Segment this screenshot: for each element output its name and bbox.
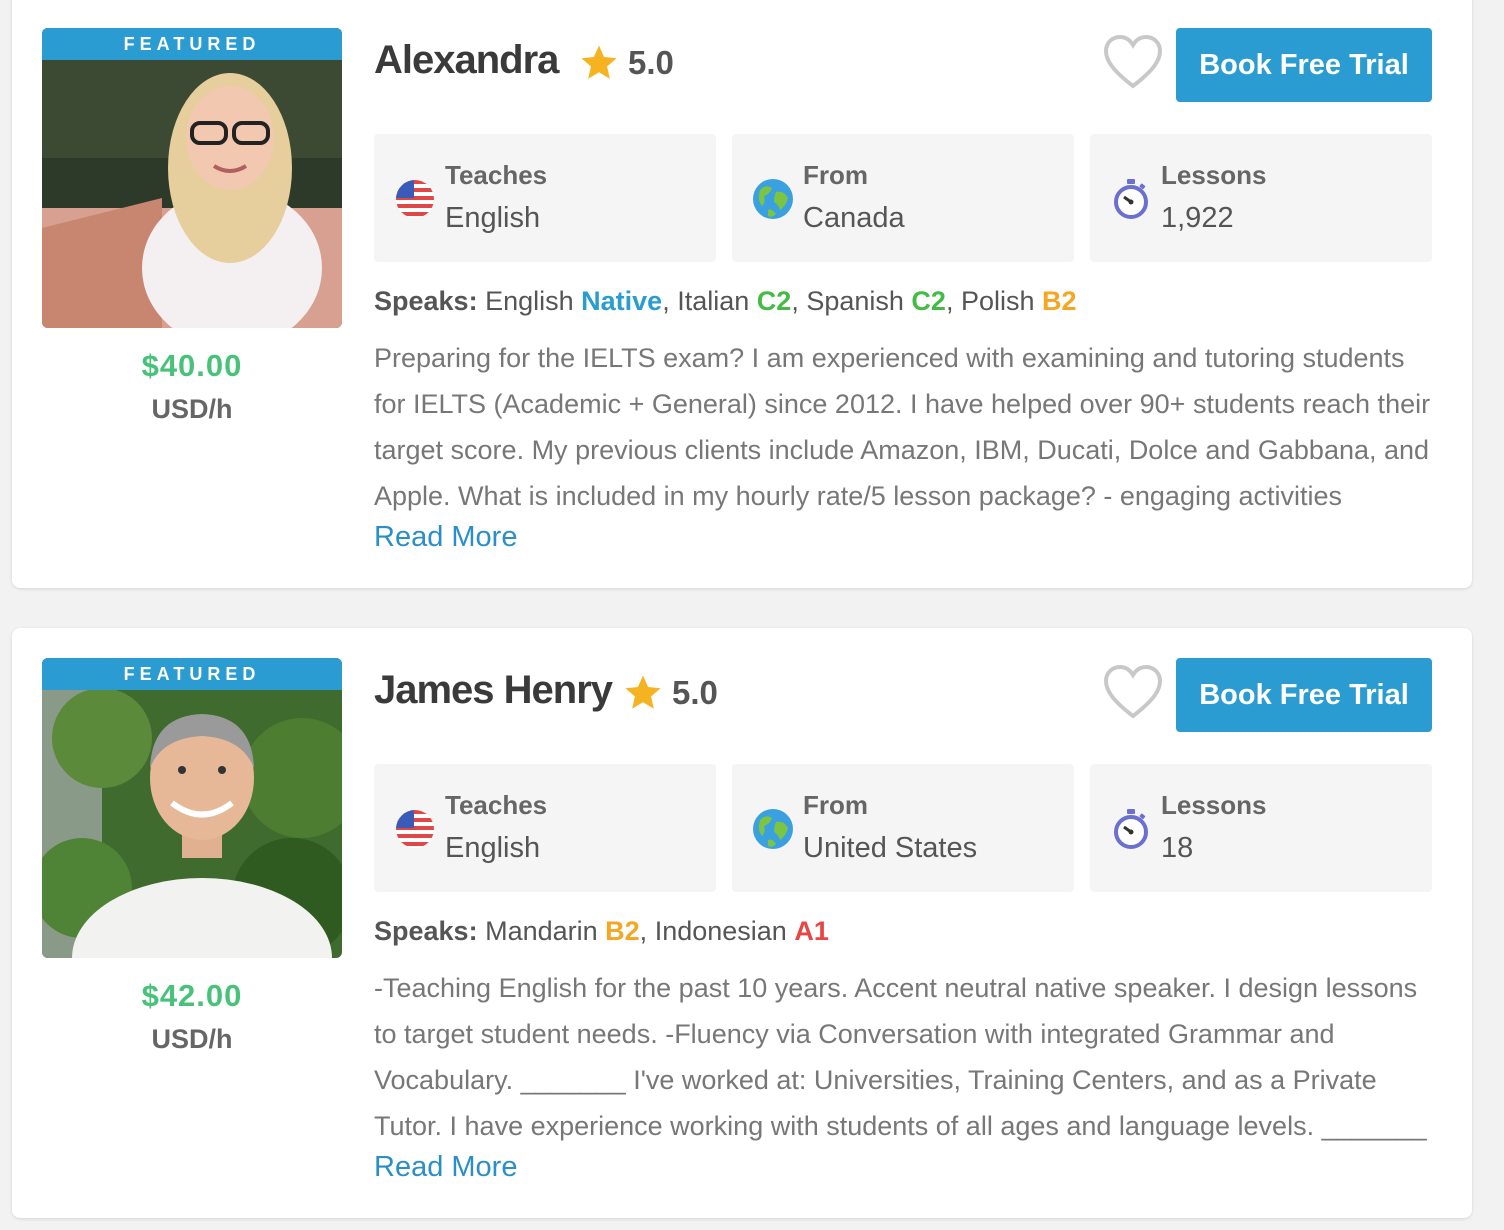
tutor-stats: Teaches English From Canada Lessons 1,92… [374, 134, 1432, 262]
heart-icon[interactable] [1102, 664, 1164, 720]
language-level: A1 [794, 916, 829, 946]
language-name: Polish [960, 286, 1035, 316]
globe-icon [753, 809, 793, 849]
language-level: B2 [605, 916, 640, 946]
featured-badge: FEATURED [42, 28, 342, 60]
heart-icon[interactable] [1102, 34, 1164, 90]
teaches-box: Teaches English [374, 764, 716, 892]
price-unit: USD/h [151, 394, 233, 424]
price-unit: USD/h [151, 1024, 233, 1054]
tutor-card: FEATURED $42.00 USD/h James Henry 5.0 Bo… [12, 628, 1472, 1218]
tutor-stats: Teaches English From United States Lesso… [374, 764, 1432, 892]
tutor-info: Alexandra 5.0 Book Free Trial Teaches En… [374, 28, 1432, 554]
language-name: English [485, 286, 574, 316]
speaks-label: Speaks: [374, 286, 478, 316]
book-free-trial-button[interactable]: Book Free Trial [1176, 28, 1432, 102]
speaks-line: Speaks: English Native, Italian C2, Span… [374, 286, 1077, 316]
language-name: Mandarin [485, 916, 598, 946]
from-value: Canada [803, 202, 905, 234]
tutor-photo[interactable]: FEATURED [42, 28, 342, 328]
teaches-value: English [445, 202, 541, 234]
language-level: C2 [756, 286, 792, 316]
read-more-link[interactable]: Read More [374, 1151, 517, 1184]
featured-badge: FEATURED [42, 658, 342, 690]
tutor-rating: 5.0 [578, 42, 674, 84]
tutor-avatar-image [42, 658, 342, 958]
hourly-price: $42.00 [141, 978, 243, 1013]
tutor-name[interactable]: Alexandra [374, 38, 559, 83]
language-name: Spanish [806, 286, 904, 316]
rating-value: 5.0 [628, 44, 674, 81]
language-level: Native [581, 286, 663, 316]
speaks-label: Speaks: [374, 916, 478, 946]
teaches-label: Teaches [445, 790, 548, 820]
from-label: From [803, 160, 868, 190]
lessons-box: Lessons 18 [1090, 764, 1432, 892]
us-flag-icon [396, 810, 434, 848]
stopwatch-icon [1114, 179, 1148, 219]
from-box: From Canada [732, 134, 1074, 262]
lessons-box: Lessons 1,922 [1090, 134, 1432, 262]
star-icon [581, 45, 617, 79]
speaks-line: Speaks: Mandarin B2, Indonesian A1 [374, 916, 829, 946]
lessons-label: Lessons [1161, 160, 1267, 190]
teaches-value: English [445, 832, 541, 864]
lessons-label: Lessons [1161, 790, 1267, 820]
language-level: B2 [1042, 286, 1077, 316]
tutor-card: FEATURED $40.00 USD/h Alexandra 5.0 Book… [12, 0, 1472, 588]
language-name: Italian [677, 286, 750, 316]
language-level: C2 [911, 286, 946, 316]
tutor-bio: Preparing for the IELTS exam? I am exper… [374, 343, 1431, 511]
language-name: Indonesian [654, 916, 787, 946]
hourly-price: $40.00 [141, 348, 243, 383]
tutor-header: James Henry 5.0 Book Free Trial [374, 658, 1432, 734]
tutor-name[interactable]: James Henry [374, 668, 613, 713]
stopwatch-icon [1114, 809, 1148, 849]
star-icon [625, 675, 661, 709]
from-label: From [803, 790, 868, 820]
tutor-avatar-image [42, 28, 342, 328]
tutor-rating: 5.0 [622, 672, 718, 714]
globe-icon [753, 179, 793, 219]
lessons-value: 1,922 [1161, 202, 1234, 234]
read-more-link[interactable]: Read More [374, 521, 517, 554]
teaches-box: Teaches English [374, 134, 716, 262]
tutor-bio: -Teaching English for the past 10 years.… [374, 973, 1427, 1141]
lessons-value: 18 [1161, 832, 1194, 864]
tutor-photo-column: FEATURED $42.00 USD/h [42, 658, 342, 1055]
tutor-header: Alexandra 5.0 Book Free Trial [374, 28, 1432, 104]
tutor-photo[interactable]: FEATURED [42, 658, 342, 958]
tutor-photo-column: FEATURED $40.00 USD/h [42, 28, 342, 425]
rating-value: 5.0 [672, 674, 718, 711]
teaches-label: Teaches [445, 160, 548, 190]
book-free-trial-button[interactable]: Book Free Trial [1176, 658, 1432, 732]
from-value: United States [803, 832, 978, 864]
from-box: From United States [732, 764, 1074, 892]
tutor-info: James Henry 5.0 Book Free Trial Teaches … [374, 658, 1432, 1184]
us-flag-icon [396, 180, 434, 218]
